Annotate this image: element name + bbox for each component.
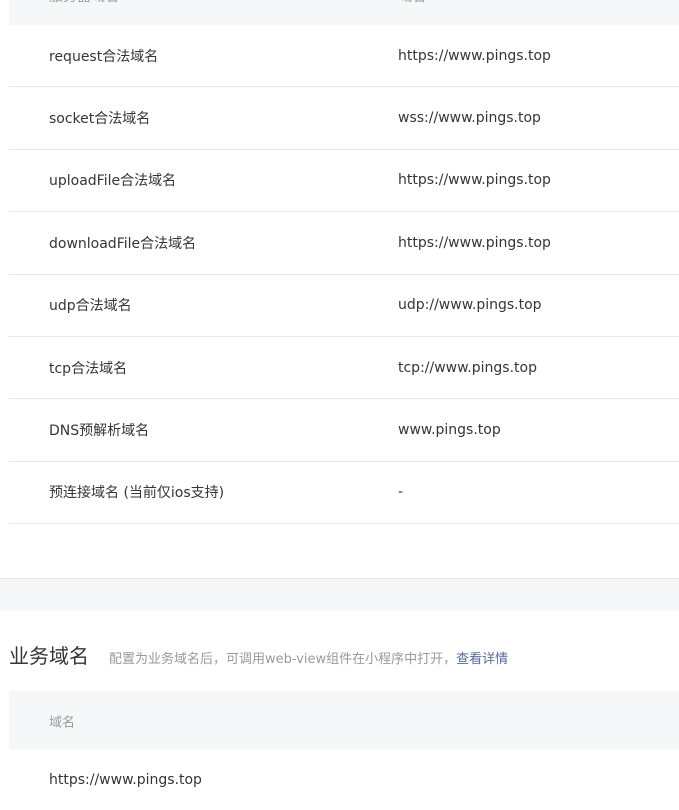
domain-type-label: tcp合法域名 bbox=[49, 360, 128, 377]
header-col-domain: 域名 bbox=[49, 715, 76, 730]
header-col-domain: 域名 bbox=[398, 0, 426, 6]
domain-type-label: DNS预解析域名 bbox=[49, 423, 150, 440]
domain-type-label: request合法域名 bbox=[49, 48, 159, 65]
server-domain-table-header: 服务器域名 域名 bbox=[9, 0, 679, 25]
table-row: DNS预解析域名 www.pings.top bbox=[9, 399, 679, 462]
domain-type-label: socket合法域名 bbox=[49, 111, 151, 128]
view-details-link[interactable]: 查看详情 bbox=[456, 652, 508, 667]
domain-value: wss://www.pings.top bbox=[398, 110, 541, 127]
business-domain-heading: 业务域名 配置为业务域名后，可调用web-view组件在小程序中打开，查看详情 bbox=[9, 638, 679, 674]
domain-value: https://www.pings.top bbox=[398, 172, 551, 189]
domain-value: - bbox=[398, 484, 404, 501]
domain-value: https://www.pings.top bbox=[398, 47, 551, 64]
section-divider bbox=[0, 578, 679, 610]
server-domain-table: request合法域名 https://www.pings.top socket… bbox=[9, 25, 679, 525]
table-row: socket合法域名 wss://www.pings.top bbox=[9, 87, 679, 150]
table-row: 预连接域名 (当前仅ios支持) - bbox=[9, 462, 679, 525]
business-domain-table-header: 域名 bbox=[9, 691, 679, 750]
table-row: tcp合法域名 tcp://www.pings.top bbox=[9, 337, 679, 400]
domain-settings-page: 服务器域名 域名 request合法域名 https://www.pings.t… bbox=[0, 0, 679, 810]
table-row: request合法域名 https://www.pings.top bbox=[9, 25, 679, 88]
header-col-type: 服务器域名 bbox=[49, 0, 119, 6]
domain-value: www.pings.top bbox=[398, 422, 501, 439]
table-row: downloadFile合法域名 https://www.pings.top bbox=[9, 212, 679, 275]
table-row: udp合法域名 udp://www.pings.top bbox=[9, 275, 679, 337]
domain-type-label: downloadFile合法域名 bbox=[49, 235, 197, 252]
domain-type-label: udp合法域名 bbox=[49, 298, 132, 315]
domain-value: tcp://www.pings.top bbox=[398, 359, 537, 376]
table-row: https://www.pings.top bbox=[9, 750, 679, 810]
domain-type-label: uploadFile合法域名 bbox=[49, 173, 177, 190]
domain-value: udp://www.pings.top bbox=[398, 297, 542, 314]
domain-value: https://www.pings.top bbox=[398, 234, 551, 251]
section-description: 配置为业务域名后，可调用web-view组件在小程序中打开，查看详情 bbox=[109, 648, 508, 667]
section-title: 业务域名 bbox=[9, 644, 89, 668]
table-row: uploadFile合法域名 https://www.pings.top bbox=[9, 150, 679, 213]
business-domain-value: https://www.pings.top bbox=[49, 772, 202, 788]
domain-type-label: 预连接域名 (当前仅ios支持) bbox=[49, 485, 225, 502]
description-text: 配置为业务域名后，可调用web-view组件在小程序中打开， bbox=[109, 652, 457, 667]
